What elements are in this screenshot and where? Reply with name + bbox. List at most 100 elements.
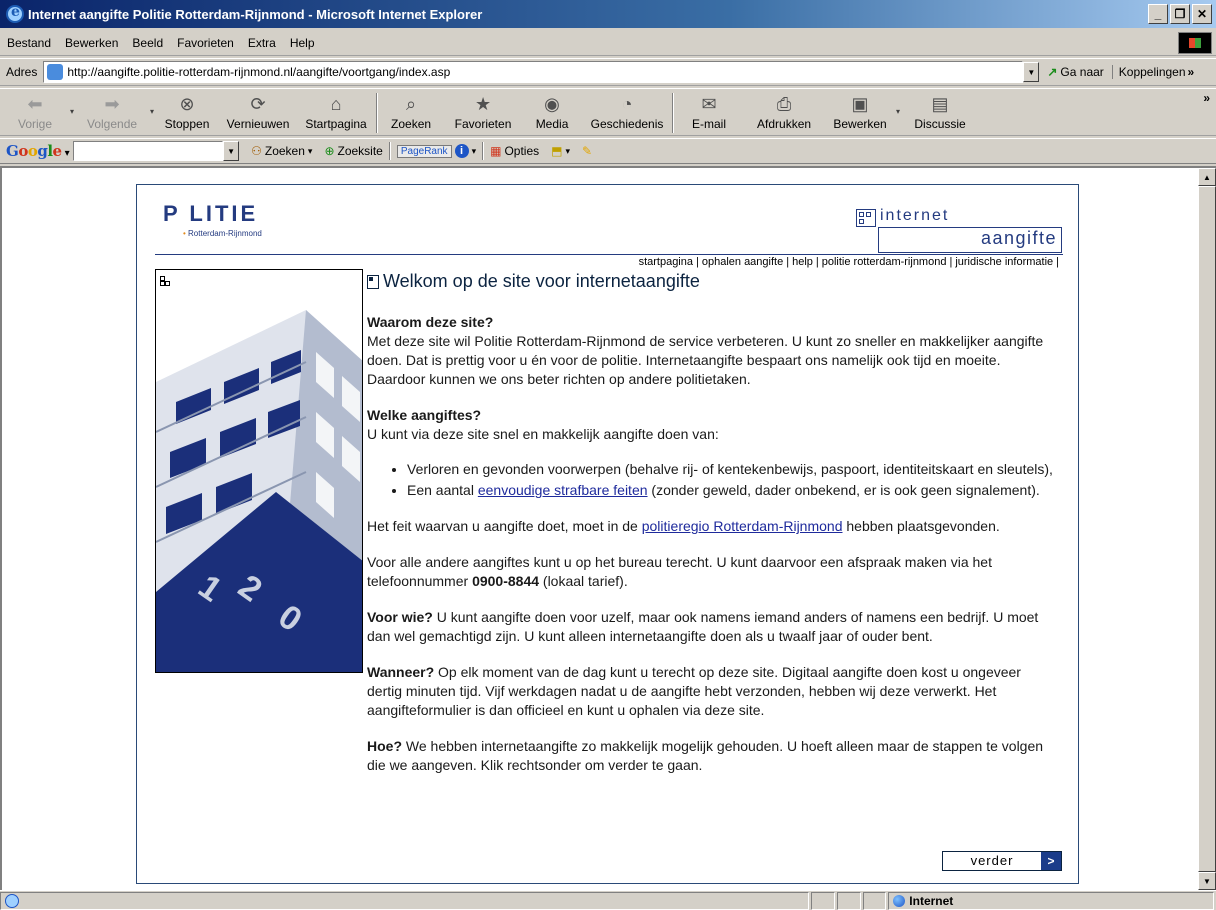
menu-bestand[interactable]: Bestand <box>0 36 58 50</box>
google-zoeken-button[interactable]: ⚇ Zoeken ▾ <box>245 144 318 158</box>
nav-ophalen-aangifte[interactable]: ophalen aangifte <box>702 256 783 268</box>
main-content: Welkom op de site voor internetaangifte … <box>367 272 1057 792</box>
highlighter-icon: ✎ <box>582 144 593 158</box>
scroll-thumb[interactable] <box>1198 186 1216 872</box>
go-label: Ga naar <box>1060 65 1104 79</box>
go-arrow-icon: ↗ <box>1047 65 1058 79</box>
aangifte-types-list: Verloren en gevonden voorwerpen (behalve… <box>407 460 1057 500</box>
folder-up-button[interactable]: ⬒ ▾ <box>545 144 576 158</box>
scroll-down-button[interactable]: ▼ <box>1198 872 1216 890</box>
media-icon: ◉ <box>544 93 560 114</box>
go-button[interactable]: ↗ Ga naar <box>1047 65 1103 79</box>
favorites-icon: ★ <box>474 93 492 114</box>
back-button[interactable]: ⬅ Vorige <box>0 89 70 137</box>
why-heading: Waarom deze site? <box>367 314 494 330</box>
chevron-down-icon: ▾ <box>565 145 570 156</box>
google-search-dropdown[interactable]: ▼ <box>223 141 240 161</box>
home-icon: ⌂ <box>330 93 342 114</box>
address-url[interactable]: http://aangifte.politie-rotterdam-rijnmo… <box>67 65 450 79</box>
page-icon <box>47 64 64 80</box>
search-button[interactable]: ⌕ Zoeken <box>378 89 444 137</box>
nav-startpagina[interactable]: startpagina <box>639 256 693 268</box>
chevron-down-icon: ▾ <box>471 145 477 156</box>
toolbar-more-icon[interactable]: » <box>1203 89 1210 105</box>
history-icon: ◔ <box>621 93 633 114</box>
history-button[interactable]: ◔ Geschiedenis <box>582 89 672 137</box>
minimize-button[interactable]: _ <box>1148 4 1168 24</box>
verder-button[interactable]: verder > <box>942 851 1062 871</box>
folder-up-icon: ⬒ <box>551 144 563 158</box>
web-page: P LITIE Rotterdam-Rijnmond internet aang… <box>2 168 1198 890</box>
ie-logo-icon <box>6 4 24 23</box>
politie-logo[interactable]: P LITIE Rotterdam-Rijnmond <box>163 201 303 251</box>
internet-aangifte-logo: internet aangifte <box>852 207 1062 255</box>
menu-bar: Bestand Bewerken Beeld Favorieten Extra … <box>0 30 1216 56</box>
google-logo[interactable]: Google ▾ <box>6 142 70 160</box>
discuss-icon: ▤ <box>931 93 949 114</box>
google-search-input[interactable] <box>73 141 224 161</box>
next-arrow-icon: > <box>1041 852 1061 870</box>
status-pane <box>836 891 861 910</box>
politieregio-link[interactable]: politieregio Rotterdam-Rijnmond <box>642 518 843 534</box>
title-bar: Internet aangifte Politie Rotterdam-Rijn… <box>0 0 1216 28</box>
refresh-button[interactable]: ⟳ Vernieuwen <box>220 89 296 137</box>
phone-number: 0900-8844 <box>472 573 540 589</box>
list-item: Verloren en gevonden voorwerpen (behalve… <box>407 460 1057 479</box>
windows-logo-icon <box>1178 32 1212 54</box>
options-icon: ▦ <box>490 144 502 158</box>
standard-toolbar: ⬅ Vorige ▾ ➡ Volgende ▾ ⊗ Stoppen ⟳ Vern… <box>0 88 1216 136</box>
refresh-icon: ⟳ <box>250 93 266 114</box>
mail-button[interactable]: ✉ E-mail <box>674 89 744 137</box>
menu-help[interactable]: Help <box>283 36 322 50</box>
verder-label: verder <box>943 852 1041 870</box>
status-text-pane <box>0 891 810 910</box>
links-button[interactable]: Koppelingen <box>1111 65 1186 79</box>
site-search-icon: ⊕ <box>324 144 335 158</box>
why-paragraph: Met deze site wil Politie Rotterdam-Rijn… <box>367 333 1044 387</box>
nav-politie-rotterdam-rijnmond[interactable]: politie rotterdam-rijnmond <box>822 256 947 268</box>
address-label: Adres <box>6 65 38 79</box>
chevron-right-icon[interactable]: » <box>1188 65 1195 79</box>
favorites-button[interactable]: ★ Favorieten <box>444 89 522 137</box>
forward-button[interactable]: ➡ Volgende <box>74 89 150 137</box>
pagerank-button[interactable]: PageRank i ▾ <box>391 144 482 158</box>
which-paragraph: U kunt via deze site snel en makkelijk a… <box>367 426 719 442</box>
mail-icon: ✉ <box>701 93 717 114</box>
header-divider <box>155 254 1063 255</box>
menu-bewerken[interactable]: Bewerken <box>58 36 125 50</box>
address-dropdown-button[interactable]: ▼ <box>1023 62 1040 82</box>
close-button[interactable]: ✕ <box>1192 4 1212 24</box>
scroll-up-button[interactable]: ▲ <box>1198 168 1216 186</box>
edit-button[interactable]: ▣ Bewerken <box>824 89 896 137</box>
menu-beeld[interactable]: Beeld <box>125 36 170 50</box>
menu-favorieten[interactable]: Favorieten <box>170 36 241 50</box>
vertical-scrollbar[interactable]: ▲ ▼ <box>1198 168 1216 890</box>
list-item: Een aantal eenvoudige strafbare feiten (… <box>407 481 1057 500</box>
google-zoeksite-button[interactable]: ⊕ Zoeksite <box>318 144 388 158</box>
how-paragraph: Hoe? We hebben internetaangifte zo makke… <box>367 738 1044 773</box>
maximize-button[interactable]: ❐ <box>1170 4 1190 24</box>
status-pane <box>811 891 835 910</box>
address-field[interactable]: http://aangifte.politie-rotterdam-rijnmo… <box>43 61 1024 83</box>
forward-arrow-icon: ➡ <box>104 93 120 114</box>
building-photo: 1 2 0 <box>155 269 363 673</box>
nav-juridische-informatie[interactable]: juridische informatie <box>955 256 1053 268</box>
highlighter-button[interactable]: ✎ <box>576 144 598 158</box>
print-icon: ⎙ <box>776 93 792 114</box>
print-button[interactable]: ⎙ Afdrukken <box>744 89 824 137</box>
menu-extra[interactable]: Extra <box>241 36 283 50</box>
stop-button[interactable]: ⊗ Stoppen <box>154 89 220 137</box>
google-toolbar: Google ▾ ▼ ⚇ Zoeken ▾ ⊕ Zoeksite PageRan… <box>0 138 1216 164</box>
strafbare-feiten-link[interactable]: eenvoudige strafbare feiten <box>478 482 648 498</box>
status-pane <box>862 891 887 910</box>
home-button[interactable]: ⌂ Startpagina <box>296 89 376 137</box>
media-button[interactable]: ◉ Media <box>522 89 582 137</box>
brand-top-text: internet <box>880 207 950 224</box>
opties-button[interactable]: ▦ Opties <box>484 144 545 158</box>
browser-viewport: P LITIE Rotterdam-Rijnmond internet aang… <box>0 166 1216 890</box>
globe-icon <box>893 894 906 907</box>
nav-help[interactable]: help <box>792 256 813 268</box>
discuss-button[interactable]: ▤ Discussie <box>900 89 980 137</box>
status-bar: Internet <box>0 890 1216 910</box>
window-title: Internet aangifte Politie Rotterdam-Rijn… <box>28 6 483 22</box>
